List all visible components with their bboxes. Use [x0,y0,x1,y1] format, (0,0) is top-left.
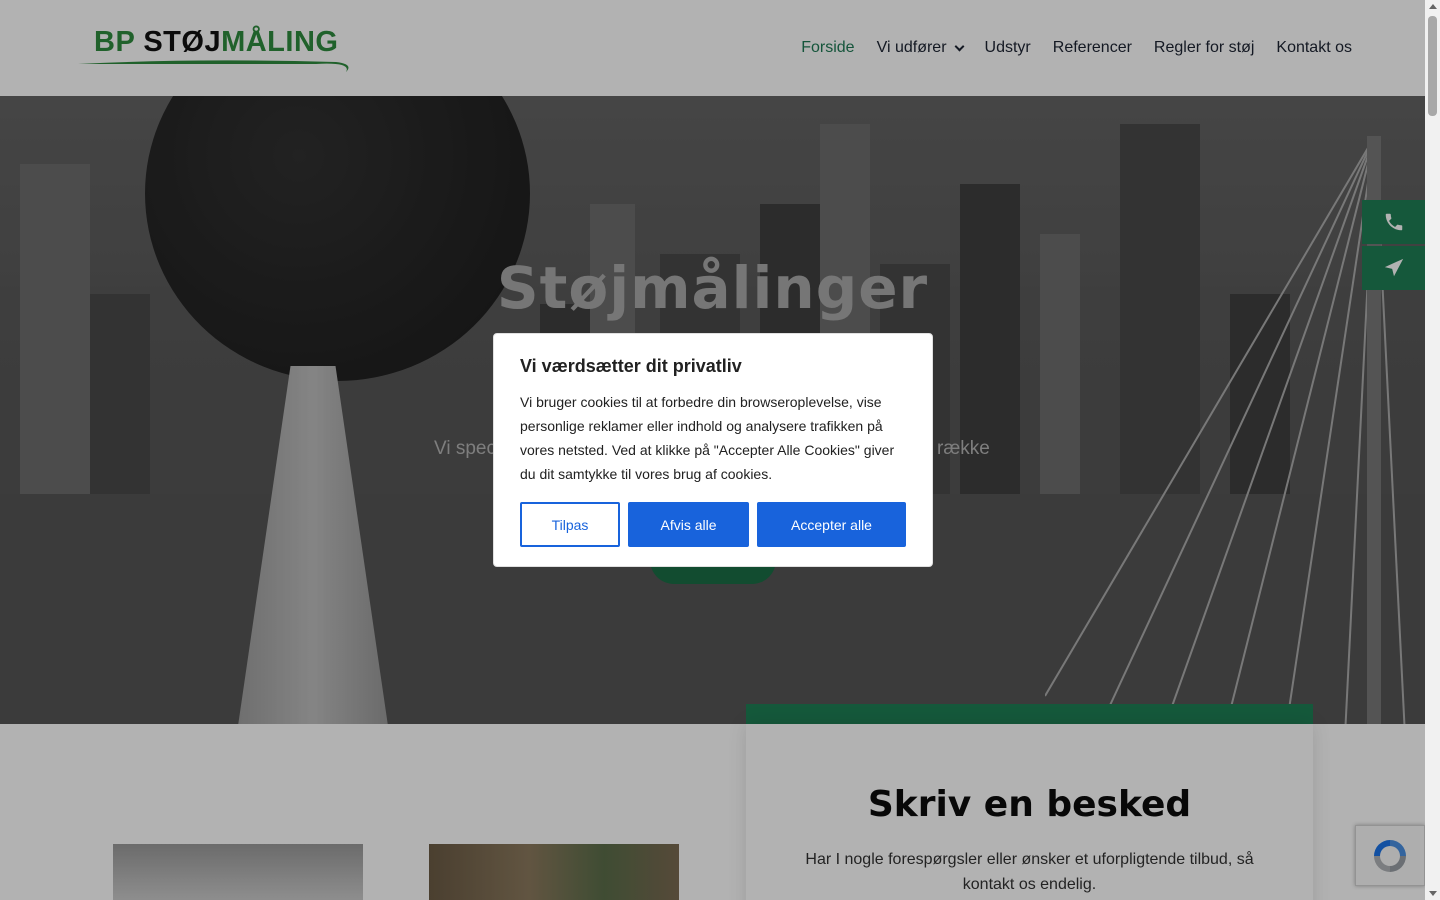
reject-all-button[interactable]: Afvis alle [628,502,749,547]
page-scrollbar[interactable] [1425,0,1440,900]
cookie-consent-modal: Vi værdsætter dit privatliv Vi bruger co… [493,333,933,567]
accept-all-button[interactable]: Accepter alle [757,502,906,547]
cookie-modal-title: Vi værdsætter dit privatliv [520,356,742,376]
cookie-modal-text: Vi bruger cookies til at forbedre din br… [520,394,895,482]
scroll-thumb[interactable] [1428,16,1437,116]
customize-button[interactable]: Tilpas [520,502,620,547]
scroll-down-arrow-icon[interactable] [1429,891,1437,896]
scroll-up-arrow-icon[interactable] [1429,4,1437,9]
